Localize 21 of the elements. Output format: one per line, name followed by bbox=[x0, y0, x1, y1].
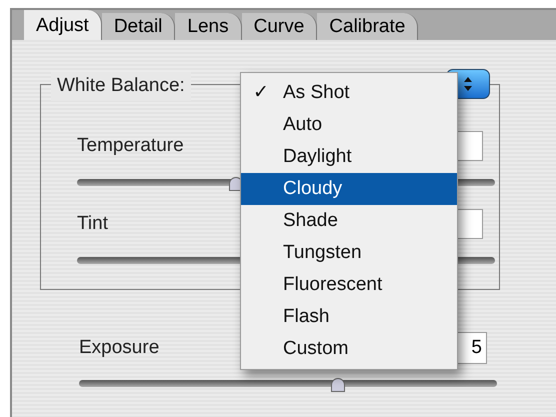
menu-item[interactable]: ✓ As Shot bbox=[241, 77, 457, 109]
menu-item[interactable]: Fluorescent bbox=[241, 269, 457, 301]
slider-label: Exposure bbox=[79, 336, 160, 360]
menu-item[interactable]: Daylight bbox=[241, 141, 457, 173]
menu-item[interactable]: Flash bbox=[241, 301, 457, 333]
menu-item[interactable]: Auto bbox=[241, 109, 457, 141]
tab[interactable]: Curve bbox=[242, 13, 318, 40]
tab[interactable]: Calibrate bbox=[317, 13, 418, 40]
group-label: White Balance: bbox=[51, 72, 191, 100]
menu-item[interactable]: Custom bbox=[241, 333, 457, 365]
tab[interactable]: Detail bbox=[102, 13, 176, 40]
tab[interactable]: Adjust bbox=[24, 10, 102, 40]
tab[interactable]: Lens bbox=[175, 13, 242, 40]
slider-label: Tint bbox=[77, 212, 108, 236]
slider-label: Temperature bbox=[77, 134, 184, 158]
menu-item[interactable]: Shade bbox=[241, 205, 457, 237]
up-down-arrows-icon bbox=[463, 76, 473, 92]
menu-item[interactable]: Cloudy bbox=[241, 173, 457, 205]
menu-item[interactable]: Tungsten bbox=[241, 237, 457, 269]
slider-thumb[interactable] bbox=[331, 378, 346, 392]
check-mark-icon: ✓ bbox=[253, 78, 283, 108]
